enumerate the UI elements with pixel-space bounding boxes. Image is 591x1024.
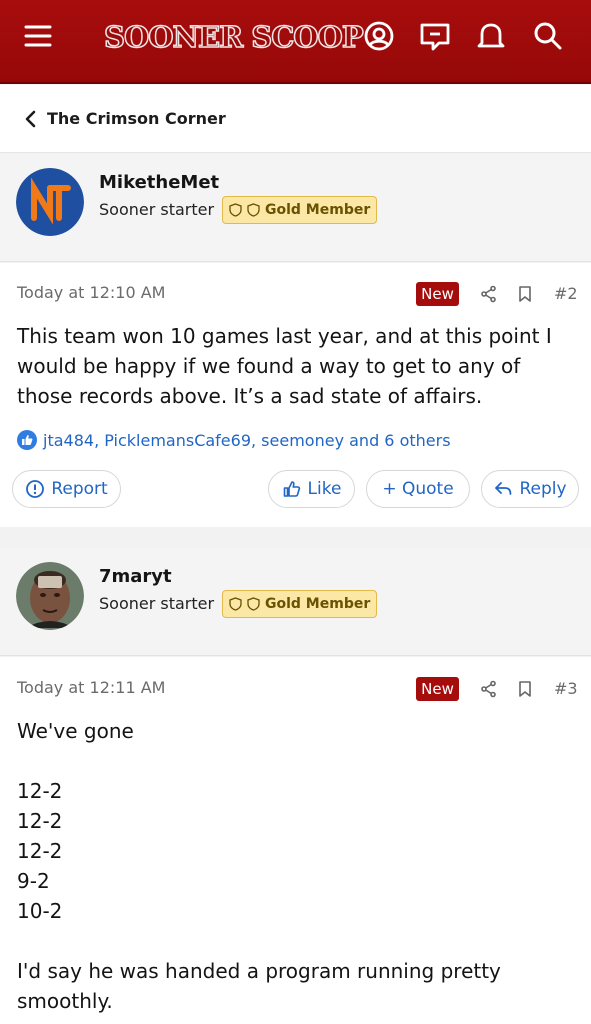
like-label: Like <box>307 479 342 499</box>
body-line <box>17 926 572 956</box>
gold-member-badge: Gold Member <box>222 590 378 618</box>
post-author-block: 7maryt Sooner starter Gold Member <box>0 548 591 656</box>
site-logo[interactable]: SOONER SCOOP <box>103 19 364 55</box>
chevron-left-icon <box>25 110 36 128</box>
post-separator <box>0 527 591 547</box>
author-name[interactable]: 7maryt <box>99 566 172 587</box>
reply-button[interactable]: Reply <box>481 470 579 508</box>
messages-icon[interactable] <box>417 18 453 54</box>
body-line: 12-2 <box>17 839 63 863</box>
quote-label: + Quote <box>382 479 454 499</box>
bookmark-icon[interactable] <box>515 284 535 304</box>
post-3: Today at 12:11 AM New #3 We've gone 12-2… <box>0 657 591 1024</box>
user-title: Sooner starter <box>99 594 215 613</box>
breadcrumb-label[interactable]: The Crimson Corner <box>47 109 226 128</box>
search-icon[interactable] <box>530 18 566 54</box>
like-button[interactable]: Like <box>268 470 355 508</box>
report-button[interactable]: Report <box>12 470 121 508</box>
breadcrumb[interactable]: The Crimson Corner <box>0 85 591 153</box>
post-author-block: MiketheMet Sooner starter Gold Member <box>0 154 591 262</box>
author-name[interactable]: MiketheMet <box>99 172 219 193</box>
post-body: This team won 10 games last year, and at… <box>17 324 552 408</box>
post-number[interactable]: #2 <box>554 284 578 303</box>
body-line: 10-2 <box>17 899 63 923</box>
alert-circle-icon <box>26 480 45 498</box>
post-timestamp[interactable]: Today at 12:11 AM <box>17 678 165 697</box>
shield-icon <box>229 203 242 217</box>
reactions-text[interactable]: jta484, PicklemansCafe69, seemoney and 6… <box>43 431 451 450</box>
post-2: Today at 12:10 AM New #2 This team won 1… <box>0 263 591 527</box>
body-line <box>17 746 572 776</box>
avatar[interactable] <box>16 168 84 236</box>
body-line: We've gone <box>17 719 134 743</box>
badge-label: Gold Member <box>265 202 371 218</box>
post-timestamp[interactable]: Today at 12:10 AM <box>17 283 165 302</box>
shield-icon <box>229 597 242 611</box>
menu-icon[interactable] <box>20 18 56 54</box>
share-icon[interactable] <box>479 284 499 304</box>
reply-arrow-icon <box>495 482 512 495</box>
account-icon[interactable] <box>361 18 397 54</box>
top-bar: SOONER SCOOP <box>0 0 591 84</box>
shield-icon <box>247 597 260 611</box>
like-reaction-icon <box>17 430 37 450</box>
body-line: 12-2 <box>17 809 63 833</box>
new-tag: New <box>416 282 459 306</box>
body-line: I'd say he was handed a program running … <box>17 959 501 1013</box>
quote-button[interactable]: + Quote <box>366 470 470 508</box>
reply-label: Reply <box>519 479 567 499</box>
alerts-icon[interactable] <box>473 18 509 54</box>
thumbs-up-icon <box>283 481 300 497</box>
badge-label: Gold Member <box>265 596 371 612</box>
bookmark-icon[interactable] <box>515 679 535 699</box>
body-line: 9-2 <box>17 869 50 893</box>
report-label: Report <box>51 479 108 499</box>
post-number[interactable]: #3 <box>554 679 578 698</box>
post-body: We've gone 12-2 12-2 12-2 9-2 10-2 I'd s… <box>17 716 572 1016</box>
shield-icon <box>247 203 260 217</box>
reactions-summary[interactable]: jta484, PicklemansCafe69, seemoney and 6… <box>17 430 451 450</box>
avatar[interactable] <box>16 562 84 630</box>
new-tag: New <box>416 677 459 701</box>
gold-member-badge: Gold Member <box>222 196 378 224</box>
share-icon[interactable] <box>479 679 499 699</box>
user-title: Sooner starter <box>99 200 215 219</box>
body-line: 12-2 <box>17 779 63 803</box>
